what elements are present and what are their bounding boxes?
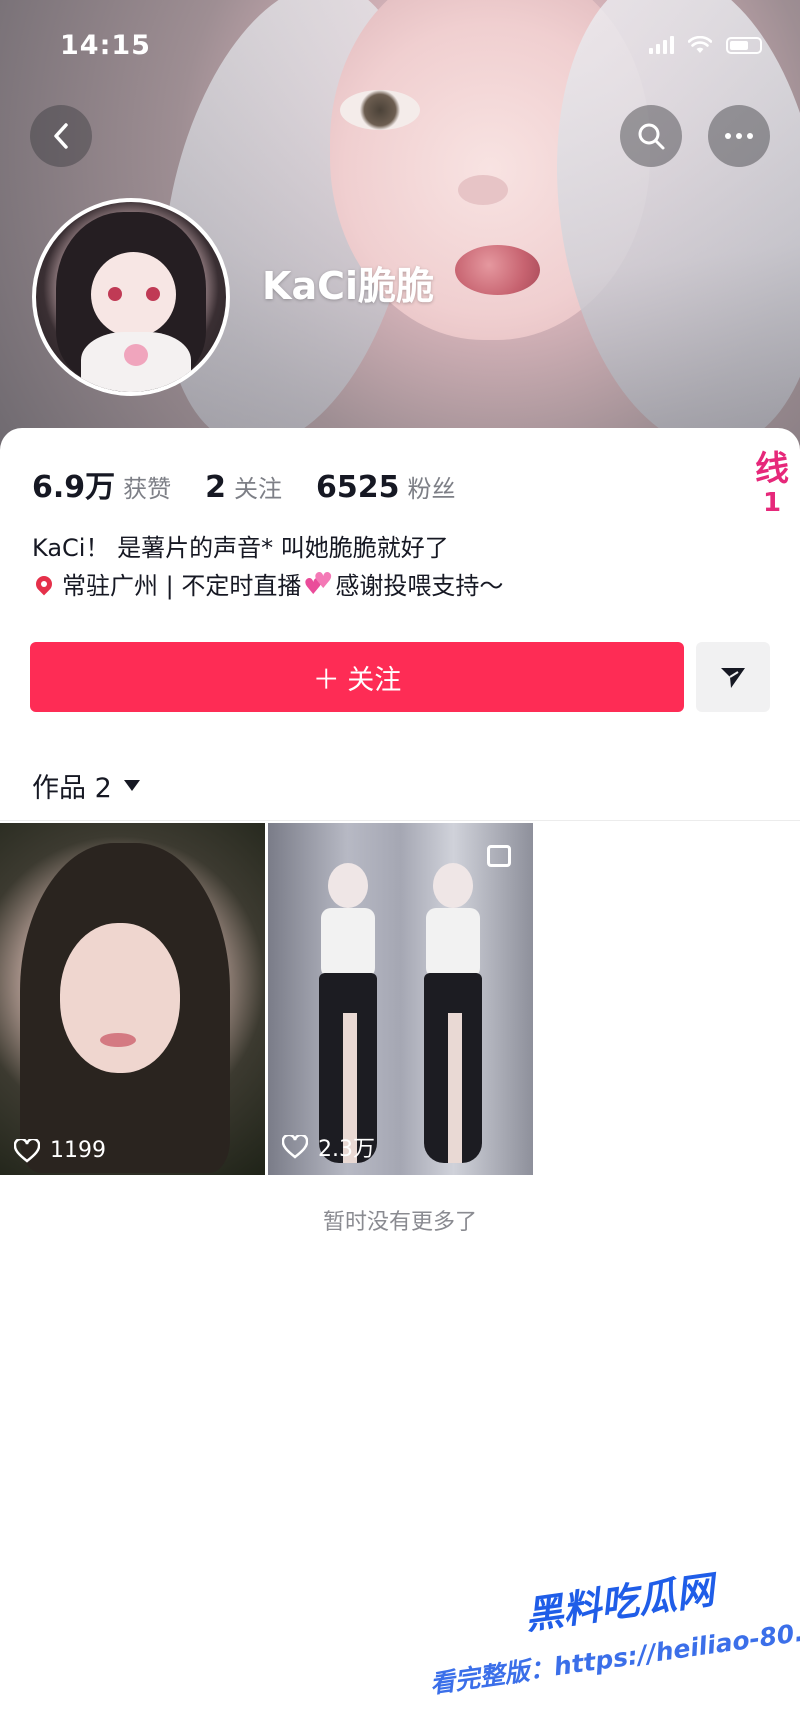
- heart-outline-icon: [282, 1135, 308, 1159]
- status-time: 14:15: [60, 30, 151, 61]
- cover-lips: [455, 245, 540, 295]
- post-thumbnail-2[interactable]: 2.3万: [268, 823, 533, 1175]
- caret-down-icon: [123, 780, 140, 791]
- bio-line-2-location: 常驻广州 | 不定时直播: [62, 572, 302, 600]
- side-badge-bottom: 1: [762, 488, 782, 518]
- post-2-like-count: 2.3万: [318, 1137, 375, 1162]
- tab-works[interactable]: 作品 2: [32, 766, 140, 805]
- back-button[interactable]: [30, 105, 92, 167]
- more-dots-icon: [725, 133, 753, 139]
- followers-count[interactable]: 6525: [316, 470, 400, 505]
- battery-icon: [726, 36, 762, 54]
- following-count[interactable]: 2: [205, 470, 226, 505]
- username: KaCi脆脆: [262, 264, 435, 308]
- share-button[interactable]: [696, 642, 770, 712]
- chevron-left-icon: [54, 123, 68, 149]
- post-1-likes: 1199: [14, 1138, 106, 1163]
- divider: [0, 820, 800, 821]
- status-icons: [649, 35, 762, 54]
- cover-eye: [340, 90, 420, 130]
- post-thumbnail-1[interactable]: 1199: [0, 823, 265, 1175]
- bio-line-1: KaCi！ 是薯片的声音* 叫她脆脆就好了: [32, 534, 449, 562]
- side-badge[interactable]: 线 1: [752, 450, 792, 518]
- no-more-text: 暂时没有更多了: [322, 1210, 477, 1235]
- multi-image-icon: [487, 845, 511, 867]
- bio-line-2-thanks: 感谢投喂支持～: [335, 572, 504, 600]
- profile-stats: 6.9万 获赞 2 关注 6525 粉丝: [32, 462, 490, 506]
- following-label: 关注: [234, 475, 283, 503]
- two-hearts-icon: ♥ ♥: [303, 568, 334, 600]
- search-icon: [638, 123, 665, 150]
- side-badge-top: 线: [755, 449, 789, 489]
- signal-icon: [649, 36, 674, 54]
- likes-count[interactable]: 6.9万: [32, 462, 115, 506]
- post-1-like-count: 1199: [50, 1138, 106, 1163]
- post-2-likes: 2.3万: [282, 1131, 375, 1163]
- followers-label: 粉丝: [407, 475, 456, 503]
- follow-button[interactable]: ＋ 关注: [30, 642, 684, 712]
- send-icon: [721, 668, 745, 688]
- cover-nose: [458, 175, 508, 205]
- heart-outline-icon: [14, 1138, 40, 1163]
- tab-works-label: 作品 2: [32, 773, 112, 804]
- avatar[interactable]: [32, 198, 230, 396]
- search-button[interactable]: [620, 105, 682, 167]
- bio-line-2: 常驻广州 | 不定时直播 ♥ ♥ 感谢投喂支持～: [32, 566, 503, 601]
- likes-label: 获赞: [123, 475, 172, 503]
- location-pin-icon: [32, 572, 56, 595]
- more-button[interactable]: [708, 105, 770, 167]
- wifi-icon: [687, 35, 713, 54]
- site-watermark: 黑料吃瓜网 看完整版：https://heiliao-80.com: [420, 1568, 800, 1733]
